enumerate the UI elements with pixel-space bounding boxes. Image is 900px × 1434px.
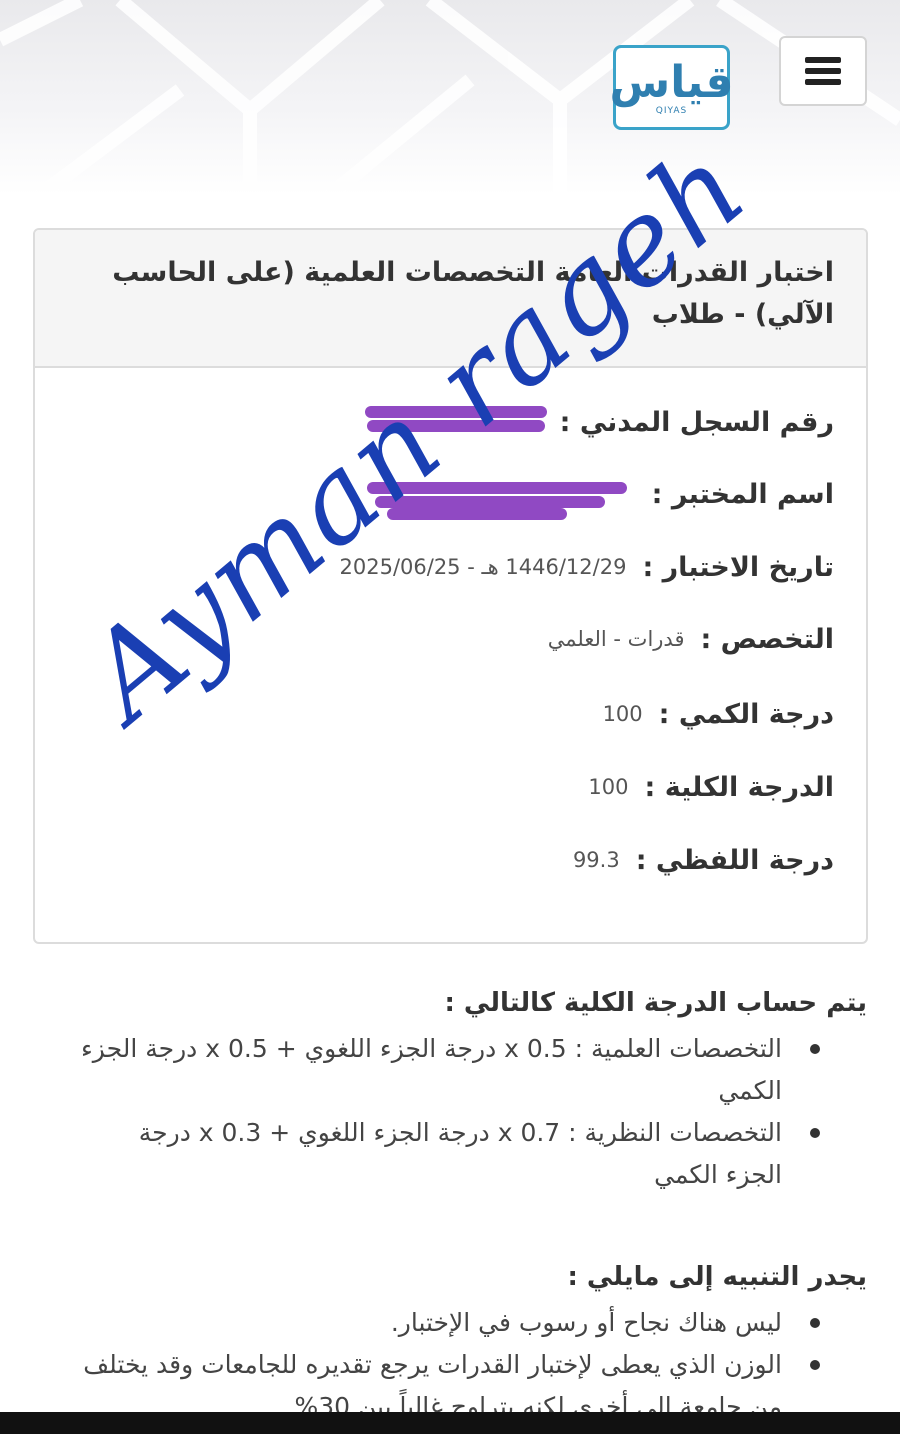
card-title: اختبار القدرات العامة التخصصات العلمية (… <box>35 230 866 368</box>
redaction-mark <box>367 420 545 432</box>
hamburger-icon <box>805 57 841 85</box>
field-test-date: تاريخ الاختبار : 1446/12/29 هـ - 2025/06… <box>340 544 835 590</box>
field-label: درجة اللفظي : <box>635 844 834 876</box>
field-value: قدرات - العلمي <box>547 627 685 651</box>
field-label: درجة الكمي : <box>658 698 834 730</box>
redaction-mark <box>375 496 605 508</box>
redaction-mark <box>367 482 627 494</box>
field-label: اسم المختبر : <box>651 478 834 510</box>
logo-mark: قياس <box>609 56 734 108</box>
field-specialization: التخصص : قدرات - العلمي <box>548 616 834 662</box>
list-item: التخصصات النظرية : 0.7 x درجة الجزء اللغ… <box>80 1112 820 1196</box>
list-item: التخصصات العلمية : 0.5 x درجة الجزء اللغ… <box>80 1028 820 1112</box>
notes-list: ليس هناك نجاح أو رسوب في الإختبار. الوزن… <box>80 1302 820 1428</box>
calc-title: يتم حساب الدرجة الكلية كالتالي : <box>444 988 867 1018</box>
redaction-mark <box>365 406 547 418</box>
field-value: 99.3 <box>572 848 620 872</box>
logo-subtitle: QIYAS <box>655 105 688 116</box>
list-item: ليس هناك نجاح أو رسوب في الإختبار. <box>80 1302 820 1344</box>
calc-list: التخصصات العلمية : 0.5 x درجة الجزء اللغ… <box>80 1028 820 1196</box>
bottom-bar <box>0 1412 900 1434</box>
field-label: رقم السجل المدني : <box>559 406 834 438</box>
site-header: قياس QIYAS <box>0 0 900 195</box>
qiyas-logo[interactable]: قياس QIYAS <box>610 45 734 130</box>
field-total-score: الدرجة الكلية : 100 <box>588 764 834 810</box>
field-label: تاريخ الاختبار : <box>642 551 834 583</box>
redaction-mark <box>387 508 567 520</box>
field-value: 100 <box>602 702 643 726</box>
field-examinee-name: اسم المختبر : <box>636 471 834 517</box>
notes-title: يجدر التنبيه إلى مايلي : <box>567 1262 867 1292</box>
field-national-id: رقم السجل المدني : <box>544 399 834 445</box>
field-quantitative-score: درجة الكمي : 100 <box>603 691 834 737</box>
menu-button[interactable] <box>779 36 867 106</box>
field-value: 100 <box>588 775 629 799</box>
field-value: 1446/12/29 هـ - 2025/06/25 <box>339 555 627 579</box>
field-verbal-score: درجة اللفظي : 99.3 <box>573 837 834 883</box>
field-label: التخصص : <box>700 623 834 655</box>
field-label: الدرجة الكلية : <box>644 771 834 803</box>
header-pattern <box>0 0 900 195</box>
result-card: اختبار القدرات العامة التخصصات العلمية (… <box>33 228 868 944</box>
